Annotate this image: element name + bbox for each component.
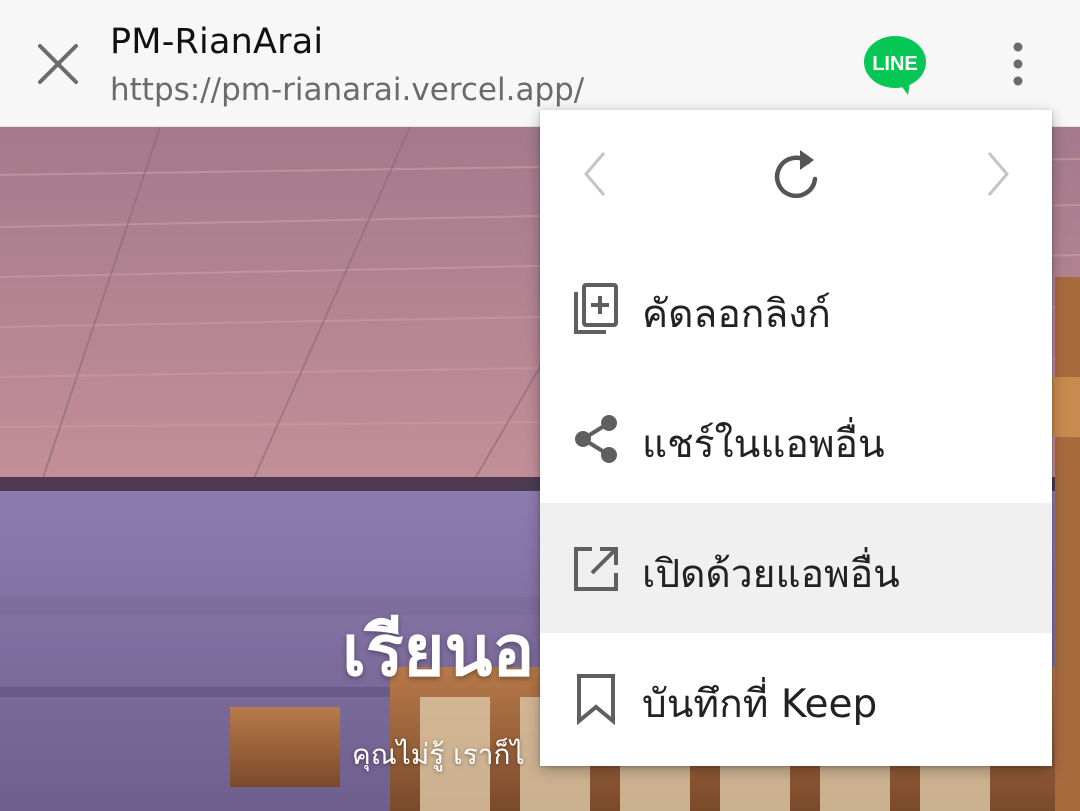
- forward-button[interactable]: [968, 144, 1028, 204]
- close-button[interactable]: [30, 36, 86, 92]
- page-url: https://pm-rianarai.vercel.app/: [110, 72, 585, 108]
- more-options-button[interactable]: [996, 36, 1040, 92]
- share-icon: [570, 411, 622, 467]
- menu-item-label: เปิดด้วยแอพอื่น: [642, 552, 900, 597]
- close-icon: [38, 44, 78, 84]
- copy-link-icon: [570, 281, 622, 337]
- more-vertical-icon: [1013, 42, 1023, 86]
- back-button[interactable]: [565, 144, 625, 204]
- menu-item-copy-link[interactable]: คัดลอกลิงก์: [540, 243, 1052, 373]
- bookmark-icon: [570, 671, 622, 727]
- line-badge-text: LINE: [872, 53, 918, 75]
- chevron-left-icon: [584, 152, 606, 196]
- open-external-icon: [570, 541, 622, 597]
- menu-item-save-keep[interactable]: บันทึกที่ Keep: [540, 633, 1052, 763]
- hero-title: เรียนอ: [342, 610, 535, 692]
- line-share-button[interactable]: LINE: [862, 34, 928, 96]
- reload-button[interactable]: [766, 144, 826, 204]
- menu-item-label: คัดลอกลิงก์: [642, 292, 831, 337]
- hero-subtitle: คุณไม่รู้ เราก็ไ: [352, 738, 525, 771]
- menu-item-label: บันทึกที่ Keep: [642, 682, 878, 727]
- line-in-app-browser: PM-RianArai https://pm-rianarai.vercel.a…: [0, 0, 1080, 811]
- menu-item-share[interactable]: แชร์ในแอพอื่น: [540, 373, 1052, 503]
- menu-navigation-row: [540, 110, 1052, 240]
- line-logo-icon: LINE: [864, 36, 926, 95]
- menu-item-open-with-app[interactable]: เปิดด้วยแอพอื่น: [540, 503, 1052, 633]
- chevron-right-icon: [987, 152, 1009, 196]
- overflow-menu: คัดลอกลิงก์ แชร์ในแอพอื่น เปิดด้วยแอพอื่…: [540, 110, 1052, 766]
- page-title: PM-RianArai: [110, 22, 324, 62]
- browser-toolbar: PM-RianArai https://pm-rianarai.vercel.a…: [0, 0, 1080, 127]
- reload-icon: [774, 150, 818, 199]
- menu-item-label: แชร์ในแอพอื่น: [642, 422, 885, 467]
